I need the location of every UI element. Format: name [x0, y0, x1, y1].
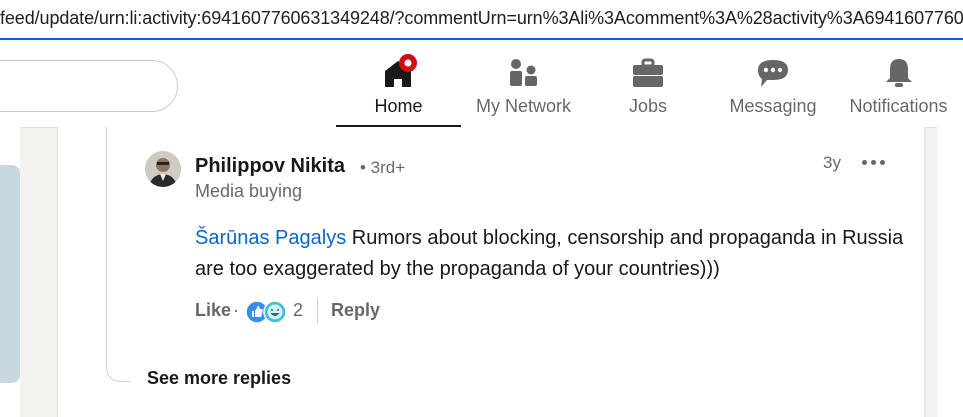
- network-icon: [504, 54, 544, 94]
- see-more-replies-button[interactable]: See more replies: [147, 368, 291, 389]
- profile-banner: [0, 165, 20, 383]
- author-headline: Media buying: [195, 181, 303, 201]
- nav-label-jobs: Jobs: [628, 96, 668, 116]
- mention-link[interactable]: Šarūnas Pagalys: [195, 227, 346, 249]
- reply-button[interactable]: Reply: [331, 300, 380, 321]
- nav-label-messaging: Messaging: [729, 96, 817, 116]
- action-divider: [317, 298, 318, 324]
- comment-author-name[interactable]: Philippov Nikita: [195, 155, 345, 178]
- more-options-button[interactable]: [860, 150, 888, 174]
- reaction-icons[interactable]: [245, 300, 289, 324]
- right-sidebar-card: [937, 127, 963, 417]
- action-separator: ·: [233, 300, 239, 320]
- nav-label-home: Home: [374, 96, 423, 116]
- url-text[interactable]: feed/update/urn:li:activity:694160776063…: [0, 8, 963, 29]
- browser-url-bar[interactable]: feed/update/urn:li:activity:694160776063…: [0, 0, 963, 40]
- comment-timestamp: 3y: [823, 153, 841, 172]
- nav-jobs[interactable]: Jobs: [608, 40, 688, 128]
- funny-reaction-icon: [263, 300, 287, 324]
- briefcase-icon: [628, 54, 668, 94]
- avatar[interactable]: [145, 151, 181, 187]
- reaction-count[interactable]: 2: [293, 300, 303, 321]
- search-input[interactable]: [0, 60, 178, 112]
- like-button[interactable]: Like: [195, 300, 231, 321]
- nav-label-my-network: My Network: [475, 96, 571, 116]
- nav-notifications[interactable]: Notifications: [842, 40, 955, 128]
- messaging-icon: [753, 54, 793, 94]
- bell-icon: [879, 54, 919, 94]
- nav-messaging[interactable]: Messaging: [722, 40, 824, 128]
- nav-my-network[interactable]: My Network: [467, 40, 580, 128]
- reply-thread-line: [106, 127, 130, 382]
- nav-label-notifications: Notifications: [849, 96, 948, 116]
- left-sidebar-card: [0, 127, 20, 417]
- comment-text: Šarūnas Pagalys Rumors about blocking, c…: [195, 223, 905, 285]
- connection-degree: • 3rd+: [360, 158, 406, 177]
- top-navigation: Home My Network Jobs Messaging Notificat…: [0, 40, 963, 128]
- home-icon: [379, 54, 419, 94]
- nav-home[interactable]: Home: [336, 40, 461, 128]
